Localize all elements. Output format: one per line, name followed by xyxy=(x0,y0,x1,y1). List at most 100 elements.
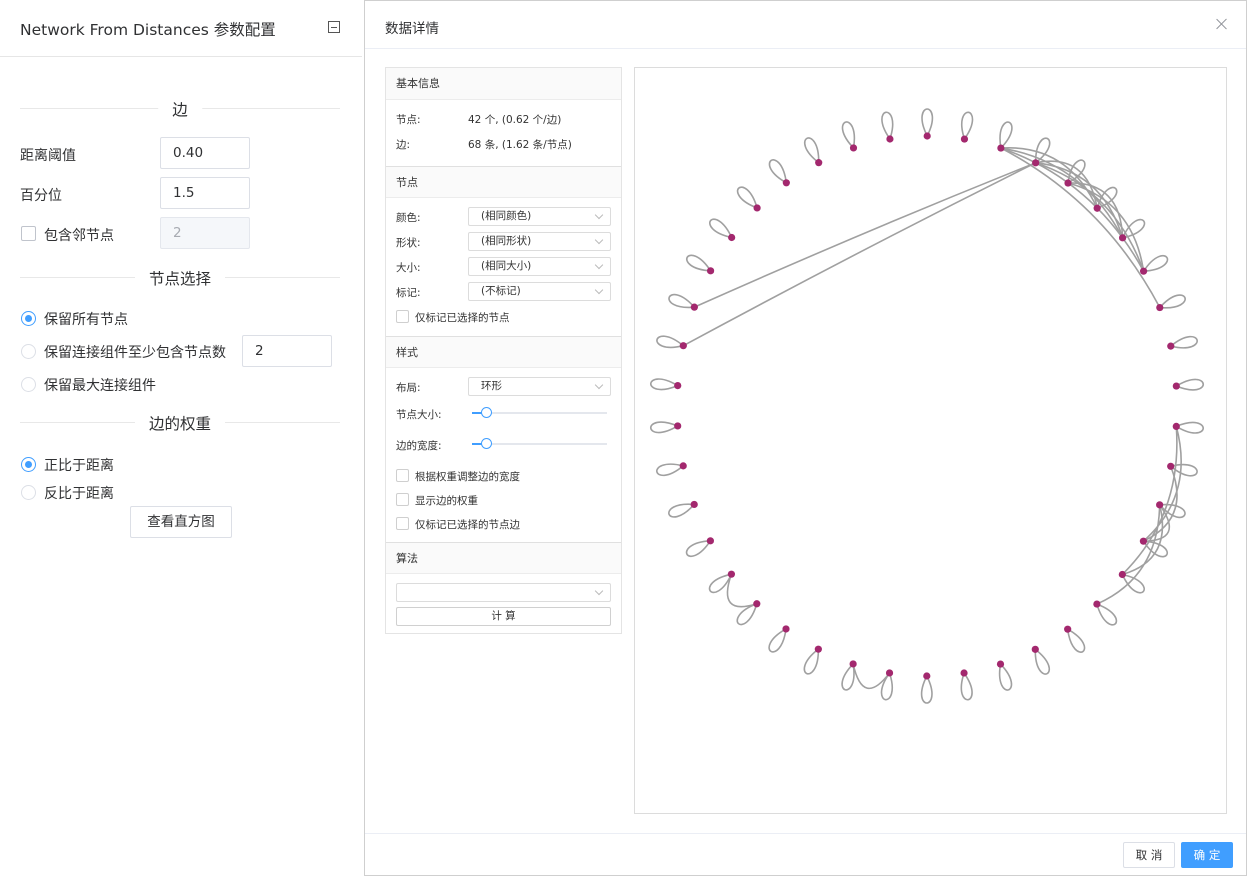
graph-node[interactable] xyxy=(849,660,857,668)
collapse-icon[interactable] xyxy=(328,21,340,33)
graph-node[interactable] xyxy=(1031,645,1039,653)
parameter-panel: Network From Distances 参数配置 边 距离阈值 0.40 … xyxy=(0,0,362,876)
layout-select[interactable]: 环形 xyxy=(468,377,611,396)
graph-node[interactable] xyxy=(885,669,894,677)
graph-node[interactable] xyxy=(674,422,682,430)
keep-min-component-radio[interactable] xyxy=(21,344,36,359)
graph-node[interactable] xyxy=(886,135,894,143)
algorithm-select-row xyxy=(386,580,621,605)
only-selected-nodes-row: 仅标记已选择的节点 xyxy=(386,304,621,329)
view-histogram-button[interactable]: 查看直方图 xyxy=(130,506,232,538)
graph-node[interactable] xyxy=(1167,462,1175,470)
graph-node[interactable] xyxy=(960,135,969,143)
graph-node[interactable] xyxy=(1118,570,1126,579)
edge-width-slider-thumb[interactable] xyxy=(481,438,492,449)
ok-button[interactable]: 确 定 xyxy=(1181,842,1233,868)
graph-node[interactable] xyxy=(996,660,1005,668)
graph-node[interactable] xyxy=(782,179,790,187)
graph-node[interactable] xyxy=(1139,537,1148,545)
graph-node[interactable] xyxy=(1032,159,1040,167)
node-size-select[interactable]: (相同大小) xyxy=(468,257,611,276)
nodes-info-label: 节点: xyxy=(396,114,421,126)
graph-edge xyxy=(1067,182,1145,272)
graph-node[interactable] xyxy=(814,645,822,653)
graph-node[interactable] xyxy=(1093,204,1101,212)
graph-node[interactable] xyxy=(753,204,761,212)
keep-all-nodes-label: 保留所有节点 xyxy=(44,312,128,328)
only-selected-nodes-checkbox[interactable] xyxy=(396,310,409,323)
graph-node[interactable] xyxy=(849,144,858,152)
graph-node[interactable] xyxy=(690,500,698,509)
distance-threshold-input[interactable]: 0.40 xyxy=(160,137,250,169)
show-weight-row: 显示边的权重 xyxy=(386,487,621,511)
graph-node[interactable] xyxy=(1172,422,1180,430)
graph-node[interactable] xyxy=(782,625,790,633)
self-loop-edge xyxy=(656,463,684,477)
graph-node[interactable] xyxy=(679,462,687,470)
graph-node[interactable] xyxy=(674,382,682,390)
node-size-slider-thumb[interactable] xyxy=(481,407,492,418)
self-loop-edge xyxy=(1142,254,1169,272)
node-size-slider-track[interactable] xyxy=(472,412,607,414)
graph-node[interactable] xyxy=(815,159,823,167)
inverse-radio[interactable] xyxy=(21,485,36,500)
graph-node[interactable] xyxy=(706,537,714,545)
graph-node[interactable] xyxy=(1167,342,1175,350)
percentile-input[interactable]: 1.5 xyxy=(160,177,250,209)
graph-node[interactable] xyxy=(728,233,736,242)
self-loop-edge xyxy=(668,503,695,518)
graph-node[interactable] xyxy=(1093,600,1101,608)
node-shape-select[interactable]: (相同形状) xyxy=(468,232,611,251)
graph-node[interactable] xyxy=(1156,501,1164,509)
proportional-label: 正比于距离 xyxy=(44,458,114,474)
compute-button[interactable]: 计 算 xyxy=(396,607,611,626)
layout-row: 布局: 环形 xyxy=(386,374,621,399)
chevron-down-icon xyxy=(594,285,604,295)
graph-node[interactable] xyxy=(923,132,931,140)
close-icon[interactable] xyxy=(1216,18,1228,30)
graph-node[interactable] xyxy=(727,570,736,578)
graph-node[interactable] xyxy=(1156,303,1164,312)
show-weight-checkbox[interactable] xyxy=(396,493,409,506)
node-size-label: 大小: xyxy=(396,262,421,274)
graph-node[interactable] xyxy=(753,600,761,608)
nodes-info-row: 节点: 42 个, (0.62 个/边) xyxy=(386,106,621,131)
min-component-size-input[interactable]: 2 xyxy=(242,335,332,367)
node-color-select[interactable]: (相同颜色) xyxy=(468,207,611,226)
layout-label: 布局: xyxy=(396,382,421,394)
data-details-dialog: 数据详情 基本信息 节点: 42 个, (0.62 个/边) 边: 68 条, … xyxy=(364,0,1247,876)
node-size-slider-row: 节点大小: xyxy=(386,399,621,434)
chevron-down-icon xyxy=(594,235,604,245)
network-graph-canvas[interactable] xyxy=(634,67,1227,814)
graph-node[interactable] xyxy=(1172,382,1180,390)
chevron-down-icon xyxy=(594,260,604,270)
graph-node[interactable] xyxy=(1064,625,1072,633)
keep-all-nodes-radio[interactable] xyxy=(21,311,36,326)
node-mark-select[interactable]: (不标记) xyxy=(468,282,611,301)
cancel-button[interactable]: 取 消 xyxy=(1123,842,1175,868)
keep-largest-component-radio[interactable] xyxy=(21,377,36,392)
graph-node[interactable] xyxy=(1064,179,1072,187)
edge-width-slider-track[interactable] xyxy=(472,443,607,445)
proportional-radio[interactable] xyxy=(21,457,36,472)
graph-node[interactable] xyxy=(923,672,931,680)
graph-node[interactable] xyxy=(679,342,687,350)
graph-node[interactable] xyxy=(690,303,698,311)
adjust-by-weight-checkbox[interactable] xyxy=(396,469,409,482)
distance-threshold-label: 距离阈值 xyxy=(20,148,76,164)
graph-node[interactable] xyxy=(997,144,1005,152)
dialog-header: 数据详情 xyxy=(365,1,1246,49)
neighbors-count-input: 2 xyxy=(160,217,250,249)
only-selected-edges-checkbox[interactable] xyxy=(396,517,409,530)
percentile-label: 百分位 xyxy=(20,188,62,204)
graph-node[interactable] xyxy=(960,669,968,677)
include-neighbors-checkbox[interactable] xyxy=(21,226,36,241)
self-loop-edge xyxy=(803,648,820,675)
graph-node[interactable] xyxy=(706,267,715,275)
graph-node[interactable] xyxy=(1140,267,1148,275)
nodes-section-head: 节点 xyxy=(386,166,621,198)
select-value: 环形 xyxy=(481,380,502,392)
graph-node[interactable] xyxy=(1118,234,1127,242)
self-loop-edge xyxy=(1175,378,1204,391)
algorithm-select[interactable] xyxy=(396,583,611,602)
